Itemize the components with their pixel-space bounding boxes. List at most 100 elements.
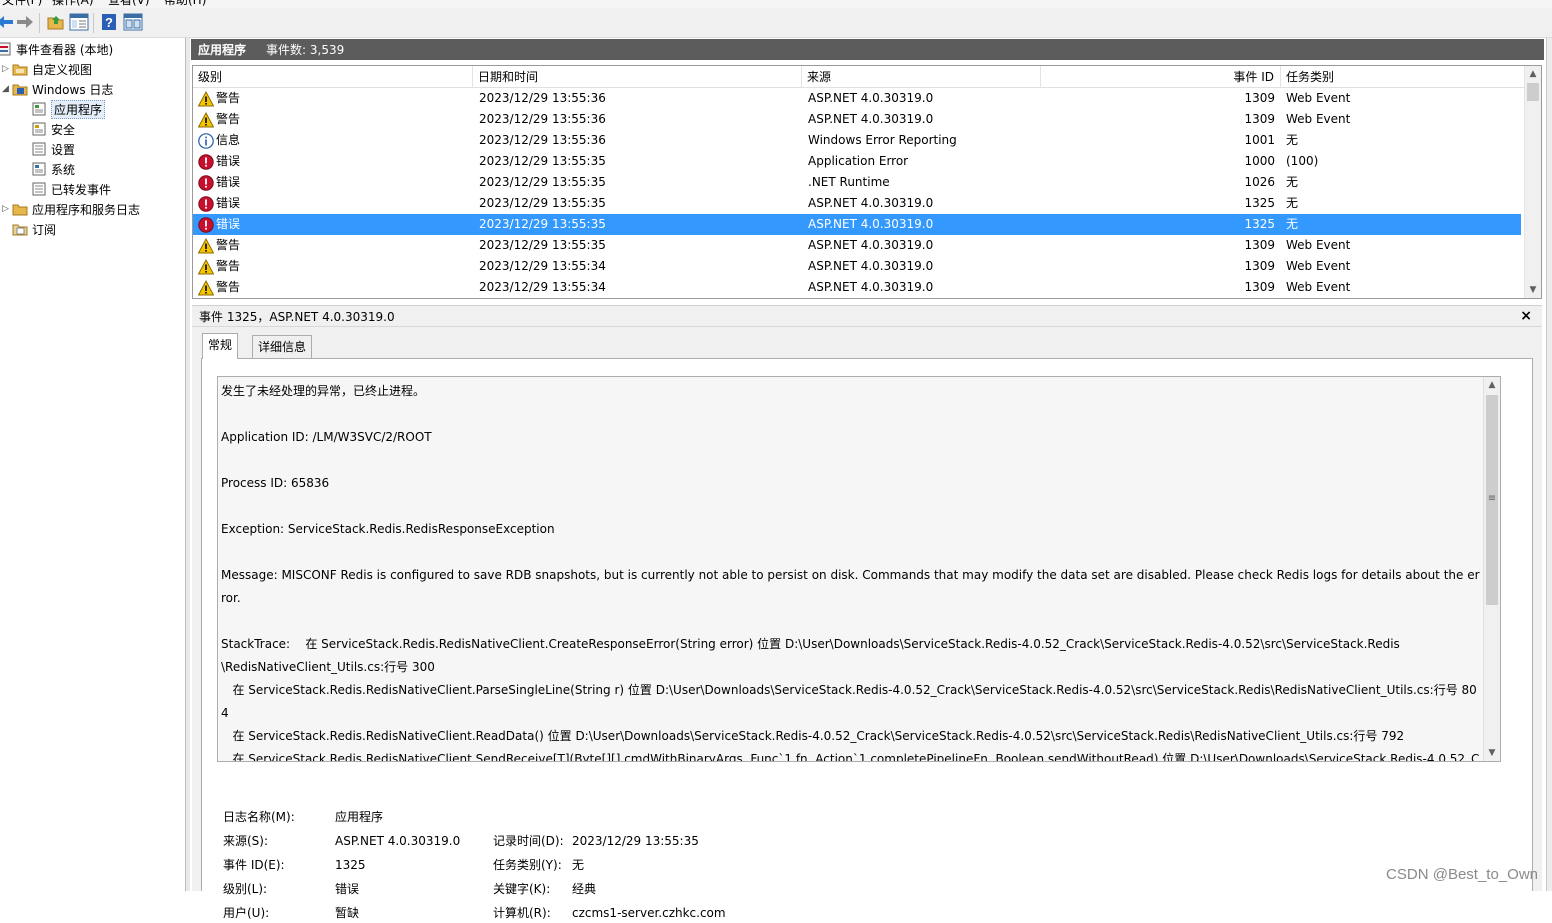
keywords-value: 经典 [572,879,596,899]
tree-item-application[interactable]: 应用程序 [31,99,105,119]
user-label: 用户(U): [223,903,269,923]
tree-item-subscriptions[interactable]: 订阅 [12,219,56,239]
task-category-cell: Web Event [1286,235,1350,256]
close-icon[interactable]: × [1520,308,1532,324]
scroll-up-icon[interactable]: ▲ [1484,377,1500,393]
task-category-cell: 无 [1286,130,1298,151]
table-row[interactable]: 错误2023/12/29 13:55:35.NET Runtime1026无 [193,172,1521,193]
level-cell: 警告 [216,235,240,256]
general-tab-panel: 发生了未经处理的异常，已终止进程。 Application ID: /LM/W3… [201,358,1533,891]
source-cell: ASP.NET 4.0.30319.0 [808,109,933,130]
table-row[interactable]: 错误2023/12/29 13:55:35ASP.NET 4.0.30319.0… [193,193,1521,214]
datetime-cell: 2023/12/29 13:55:36 [479,88,606,109]
expand-arrow-icon[interactable]: ▷ [2,204,12,214]
datetime-cell: 2023/12/29 13:55:34 [479,277,606,298]
list-scrollbar[interactable]: ▲ ▼ [1524,66,1541,298]
log-icon [31,141,47,157]
column-datetime[interactable]: 日期和时间 [473,66,802,88]
collapse-arrow-icon[interactable]: ◢ [2,84,12,94]
datetime-cell: 2023/12/29 13:55:35 [479,151,606,172]
table-row[interactable]: 警告2023/12/29 13:55:36ASP.NET 4.0.30319.0… [193,88,1521,109]
console-icon[interactable] [122,11,144,33]
datetime-cell: 2023/12/29 13:55:36 [479,109,606,130]
error-icon [198,154,214,170]
scroll-thumb[interactable] [1527,83,1539,101]
event-id-cell: 1325 [1244,193,1275,214]
level-cell: 错误 [216,151,240,172]
tree-item-app-service-logs[interactable]: ▷ 应用程序和服务日志 [2,199,140,219]
event-description: 发生了未经处理的异常，已终止进程。 Application ID: /LM/W3… [221,380,1481,762]
tree-item-label: 应用程序 [51,100,105,119]
table-row[interactable]: 警告 2023/12/29 13:55:36 ASP.NET 4.0.30319.0… [193,109,1521,130]
pane-splitter[interactable] [186,38,190,891]
navigation-tree: 事件查看器 (本地) ▷ 自定义视图 ◢ Windows 日志 应用程序 安全 … [0,38,186,891]
level-cell: 警告 [216,109,240,130]
event-id-cell: 1026 [1244,172,1275,193]
menu-action[interactable]: 操作(A) [52,0,94,8]
event-list-header: 级别 日期和时间 来源 事件 ID 任务类别 [193,66,1525,88]
warning-icon [198,259,214,275]
description-scrollbar[interactable]: ▲ ≡ ▼ [1483,377,1500,761]
source-cell: ASP.NET 4.0.30319.0 [808,214,933,235]
tree-item-label: 事件查看器 (本地) [16,41,113,58]
properties-icon[interactable] [68,11,90,33]
source-cell: ASP.NET 4.0.30319.0 [808,277,933,298]
level-cell: 警告 [216,277,240,298]
expand-arrow-icon[interactable]: ▷ [2,64,12,74]
task-category-cell: Web Event [1286,256,1350,277]
tree-item-system[interactable]: 系统 [31,159,75,179]
event-viewer-icon [0,41,12,57]
tree-item-custom-views[interactable]: ▷ 自定义视图 [2,59,92,79]
tab-details[interactable]: 详细信息 [252,335,312,359]
tree-item-security[interactable]: 安全 [31,119,75,139]
task-category-cell: Web Event [1286,109,1350,130]
menu-bar: 文件(F) 操作(A) 查看(V) 帮助(H) [0,0,1552,8]
column-source[interactable]: 来源 [802,66,1041,88]
tree-item-event-viewer[interactable]: 事件查看器 (本地) [0,39,113,59]
event-id-cell: 1309 [1244,88,1275,109]
menu-file[interactable]: 文件(F) [2,0,42,8]
event-description-box[interactable]: 发生了未经处理的异常，已终止进程。 Application ID: /LM/W3… [217,376,1501,762]
forward-icon[interactable] [14,11,36,33]
tab-general[interactable]: 常规 [202,333,238,359]
folder-up-icon[interactable] [45,11,67,33]
datetime-cell: 2023/12/29 13:55:36 [479,130,606,151]
tree-item-windows-logs[interactable]: ◢ Windows 日志 [2,79,113,99]
computer-value: czcms1-server.czhkc.com [572,903,726,923]
scroll-up-icon[interactable]: ▲ [1525,66,1541,82]
table-row[interactable]: 错误2023/12/29 13:55:35Application Error10… [193,151,1521,172]
scroll-down-icon[interactable]: ▼ [1525,282,1541,298]
tree-item-label: 订阅 [32,221,56,238]
task-category-cell: Web Event [1286,277,1350,298]
column-task-category[interactable]: 任务类别 [1281,66,1525,88]
level-cell: 警告 [216,88,240,109]
source-cell: Windows Error Reporting [808,130,957,151]
datetime-cell: 2023/12/29 13:55:34 [479,256,606,277]
task-category-value: 无 [572,855,584,875]
tree-item-forwarded-events[interactable]: 已转发事件 [31,179,111,199]
detail-title-bar: 事件 1325，ASP.NET 4.0.30319.0 × [192,305,1542,327]
table-row[interactable]: 警告2023/12/29 13:55:34ASP.NET 4.0.30319.0… [193,256,1521,277]
tree-item-label: 已转发事件 [51,181,111,198]
help-icon[interactable]: ? [98,11,120,33]
tree-item-label: Windows 日志 [32,81,113,98]
menu-help[interactable]: 帮助(H) [164,0,206,8]
log-icon [31,121,47,137]
event-id-cell: 1309 [1244,277,1275,298]
task-category-cell: Web Event [1286,88,1350,109]
level-cell: 错误 [216,193,240,214]
event-count: 事件数: 3,539 [266,41,344,58]
tree-item-setup[interactable]: 设置 [31,139,75,159]
column-level[interactable]: 级别 [193,66,473,88]
table-row[interactable]: 警告 2023/12/29 13:55:34 ASP.NET 4.0.30319.0… [193,277,1521,298]
table-row[interactable]: 信息2023/12/29 13:55:36Windows Error Repor… [193,130,1521,151]
table-row[interactable]: 警告2023/12/29 13:55:35ASP.NET 4.0.30319.0… [193,235,1521,256]
scroll-down-icon[interactable]: ▼ [1484,745,1500,761]
error-icon [198,196,214,212]
error-icon [198,217,214,233]
source-cell: Application Error [808,151,908,172]
column-event-id[interactable]: 事件 ID [1041,66,1281,88]
table-row[interactable]: 错误2023/12/29 13:55:35ASP.NET 4.0.30319.0… [193,214,1521,235]
menu-view[interactable]: 查看(V) [108,0,150,8]
event-id-cell: 1001 [1244,130,1275,151]
